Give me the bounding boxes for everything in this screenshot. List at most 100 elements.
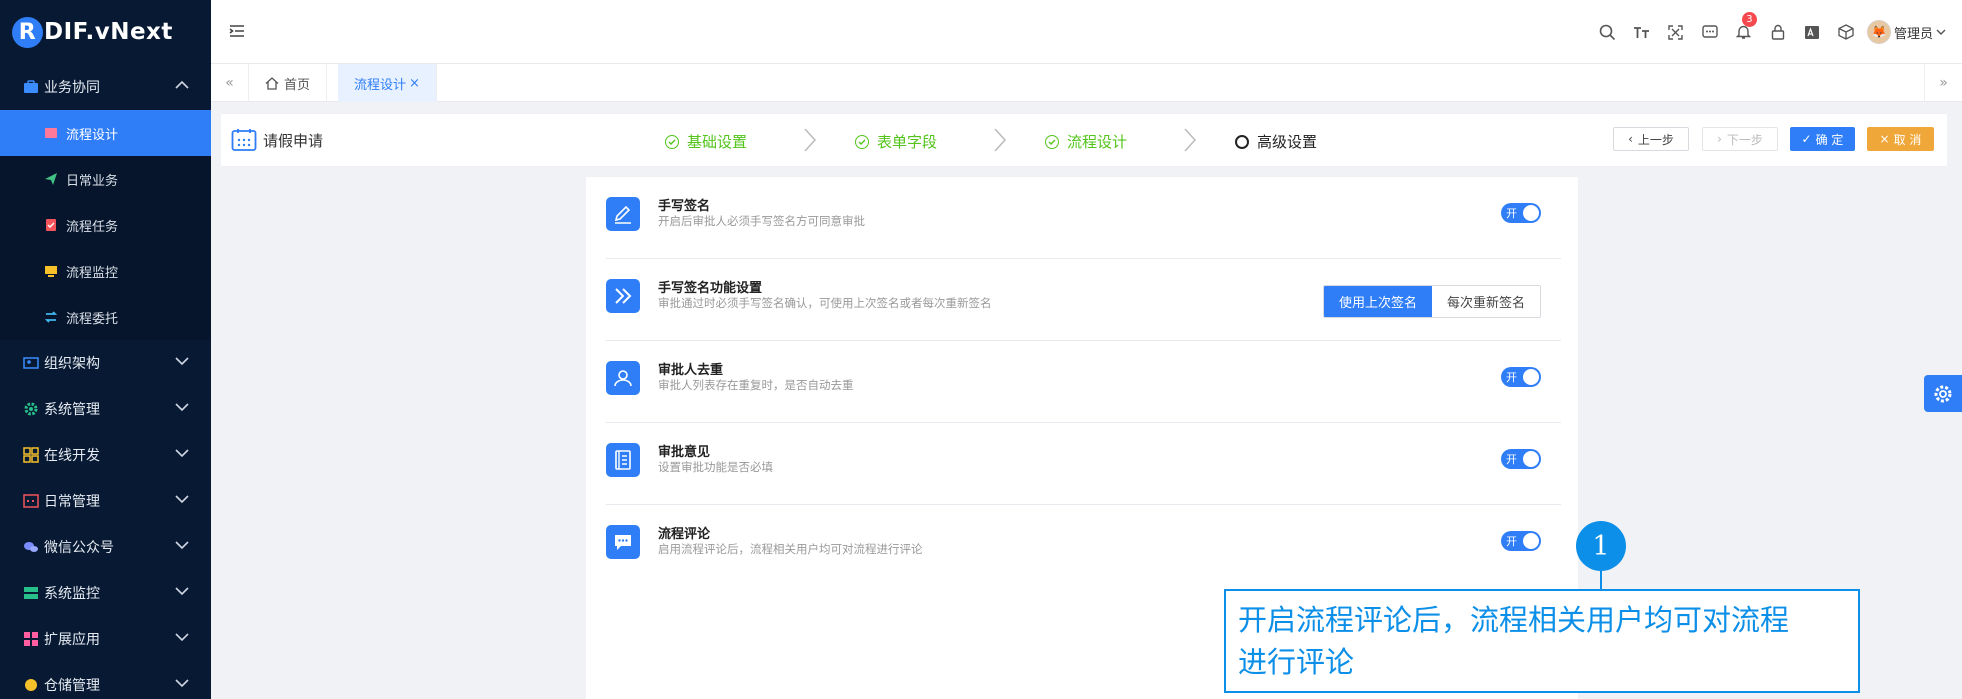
- tab-label: 首页: [284, 77, 311, 93]
- setting-title: 审批人去重: [658, 363, 724, 378]
- sidebar-item-daily-business[interactable]: 日常业务: [0, 156, 211, 202]
- chevron-down-icon: [175, 355, 189, 369]
- cube-icon[interactable]: [1829, 0, 1863, 64]
- step-form-fields[interactable]: 表单字段: [855, 131, 937, 152]
- sidebar-item-flow-delegate[interactable]: 流程委托: [0, 294, 211, 340]
- tabs-scroll-right-icon[interactable]: »: [1924, 64, 1962, 102]
- logo[interactable]: R DIF.vNext: [0, 0, 211, 64]
- sidebar-group-daily[interactable]: 日常管理: [0, 478, 211, 524]
- next-step-button[interactable]: › 下一步: [1702, 127, 1778, 151]
- setting-description: 审批通过时必须手写签名确认，可使用上次签名或者每次重新签名: [658, 296, 992, 310]
- check-circle-icon: [1045, 134, 1059, 149]
- search-icon[interactable]: [1591, 0, 1625, 64]
- tabs-bar: « 首页 流程设计 × »: [211, 64, 1962, 102]
- step-advanced-settings[interactable]: 高级设置: [1235, 131, 1317, 152]
- cancel-button[interactable]: × 取 消: [1867, 127, 1934, 151]
- lock-icon[interactable]: [1761, 0, 1795, 64]
- sidebar-group-label: 业务协同: [44, 80, 100, 96]
- setting-description: 启用流程评论后，流程相关用户均可对流程进行评论: [658, 542, 923, 556]
- confirm-button[interactable]: ✓ 确 定: [1790, 127, 1855, 151]
- step-flow-design[interactable]: 流程设计: [1045, 131, 1127, 152]
- sidebar-group-label: 在线开发: [44, 448, 100, 464]
- step-label: 流程设计: [1067, 133, 1128, 151]
- tab-flow-design[interactable]: 流程设计 ×: [338, 64, 437, 102]
- double-chevron-right-icon: [606, 279, 640, 313]
- chevron-right-icon: [804, 128, 817, 152]
- chevron-down-icon: [175, 401, 189, 415]
- step-label: 高级设置: [1257, 133, 1318, 151]
- comment-toggle[interactable]: 开: [1501, 531, 1541, 551]
- tab-label: 流程设计: [354, 77, 407, 93]
- wechat-icon: [22, 539, 40, 555]
- tabs-scroll-left-icon[interactable]: «: [211, 64, 249, 102]
- use-last-signature-option[interactable]: 使用上次签名: [1323, 286, 1432, 317]
- sidebar-item-label: 日常业务: [66, 173, 119, 189]
- setting-description: 设置审批功能是否必填: [658, 460, 773, 474]
- logo-mark: R: [12, 16, 43, 48]
- font-size-icon[interactable]: [1625, 0, 1659, 64]
- callout-line-2: 进行评论: [1238, 645, 1355, 679]
- callout-connector: [1600, 570, 1602, 590]
- signature-toggle[interactable]: 开: [1501, 203, 1541, 223]
- sidebar-submenu: 流程设计 日常业务 流程任务 流程监控 流程委托: [0, 110, 211, 340]
- signature-mode-selector: 使用上次签名 每次重新签名: [1322, 285, 1541, 318]
- prev-step-button[interactable]: ‹ 上一步: [1613, 127, 1689, 151]
- step-label: 基础设置: [687, 133, 748, 151]
- chevron-down-icon: [1936, 25, 1946, 40]
- sidebar-group-online-dev[interactable]: 在线开发: [0, 432, 211, 478]
- switch-knob: [1523, 369, 1539, 385]
- setting-title: 手写签名: [658, 199, 711, 214]
- user-name: 管理员: [1893, 26, 1933, 42]
- opinion-toggle[interactable]: 开: [1501, 449, 1541, 469]
- circle-icon: [1235, 134, 1249, 149]
- swap-icon: [42, 309, 60, 325]
- sidebar-item-flow-design[interactable]: 流程设计: [0, 110, 211, 156]
- chevron-down-icon: [175, 631, 189, 645]
- app-root: R DIF.vNext 业务协同 流程设计 日常业务 流程任务 流程监控 流程委…: [0, 0, 1962, 699]
- fullscreen-icon[interactable]: [1659, 0, 1693, 64]
- sidebar-item-flow-monitor[interactable]: 流程监控: [0, 248, 211, 294]
- setting-row-flow-comment: 流程评论 启用流程评论后，流程相关用户均可对流程进行评论 开: [606, 505, 1561, 587]
- calendar-icon: [231, 128, 257, 152]
- setting-row-signature-mode: 手写签名功能设置 审批通过时必须手写签名确认，可使用上次签名或者每次重新签名 使…: [606, 259, 1561, 341]
- sidebar-item-label: 流程监控: [66, 265, 119, 281]
- chevron-down-icon: [175, 493, 189, 507]
- sidebar-group-warehouse[interactable]: 仓储管理: [0, 662, 211, 699]
- top-header: 3 🦊 管理员: [211, 0, 1962, 64]
- sidebar-group-business[interactable]: 业务协同: [0, 64, 211, 110]
- switch-knob: [1523, 451, 1539, 467]
- callout-box: 开启流程评论后，流程相关用户均可对流程 进行评论: [1224, 589, 1860, 693]
- user-icon: [606, 361, 640, 395]
- comment-icon: [606, 525, 640, 559]
- tab-home[interactable]: 首页: [249, 64, 328, 102]
- form-title-text: 请假申请: [263, 131, 324, 150]
- sidebar-item-flow-task[interactable]: 流程任务: [0, 202, 211, 248]
- chevron-down-icon: [175, 447, 189, 461]
- chevron-down-icon: [175, 677, 189, 691]
- sidebar-group-org[interactable]: 组织架构: [0, 340, 211, 386]
- step-basic-settings[interactable]: 基础设置: [665, 131, 747, 152]
- clipboard-icon: [42, 217, 60, 233]
- menu-toggle-icon[interactable]: [228, 22, 246, 40]
- sidebar-group-sys-monitor[interactable]: 系统监控: [0, 570, 211, 616]
- chevron-left-icon: ‹: [1628, 132, 1633, 146]
- sidebar-item-label: 流程设计: [66, 127, 119, 143]
- sidebar-group-wechat[interactable]: 微信公众号: [0, 524, 211, 570]
- message-icon[interactable]: [1693, 0, 1727, 64]
- user-menu[interactable]: 🦊 管理员: [1866, 20, 1946, 44]
- resign-each-time-option[interactable]: 每次重新签名: [1431, 286, 1540, 317]
- settings-float-button[interactable]: [1924, 375, 1962, 412]
- calendar-icon: [22, 493, 40, 509]
- sidebar-group-label: 日常管理: [44, 494, 100, 510]
- translate-icon[interactable]: [1795, 0, 1829, 64]
- sidebar-group-label: 扩展应用: [44, 632, 100, 648]
- dedup-toggle[interactable]: 开: [1501, 367, 1541, 387]
- sidebar-group-extensions[interactable]: 扩展应用: [0, 616, 211, 662]
- paper-plane-icon: [42, 171, 60, 187]
- close-icon[interactable]: ×: [409, 76, 420, 91]
- setting-row-handwritten-signature: 手写签名 开启后审批人必须手写签名方可同意审批 开: [606, 177, 1561, 259]
- sidebar-group-system[interactable]: 系统管理: [0, 386, 211, 432]
- bell-icon[interactable]: 3: [1727, 0, 1761, 64]
- chevron-right-icon: [994, 128, 1007, 152]
- setting-title: 手写签名功能设置: [658, 281, 763, 296]
